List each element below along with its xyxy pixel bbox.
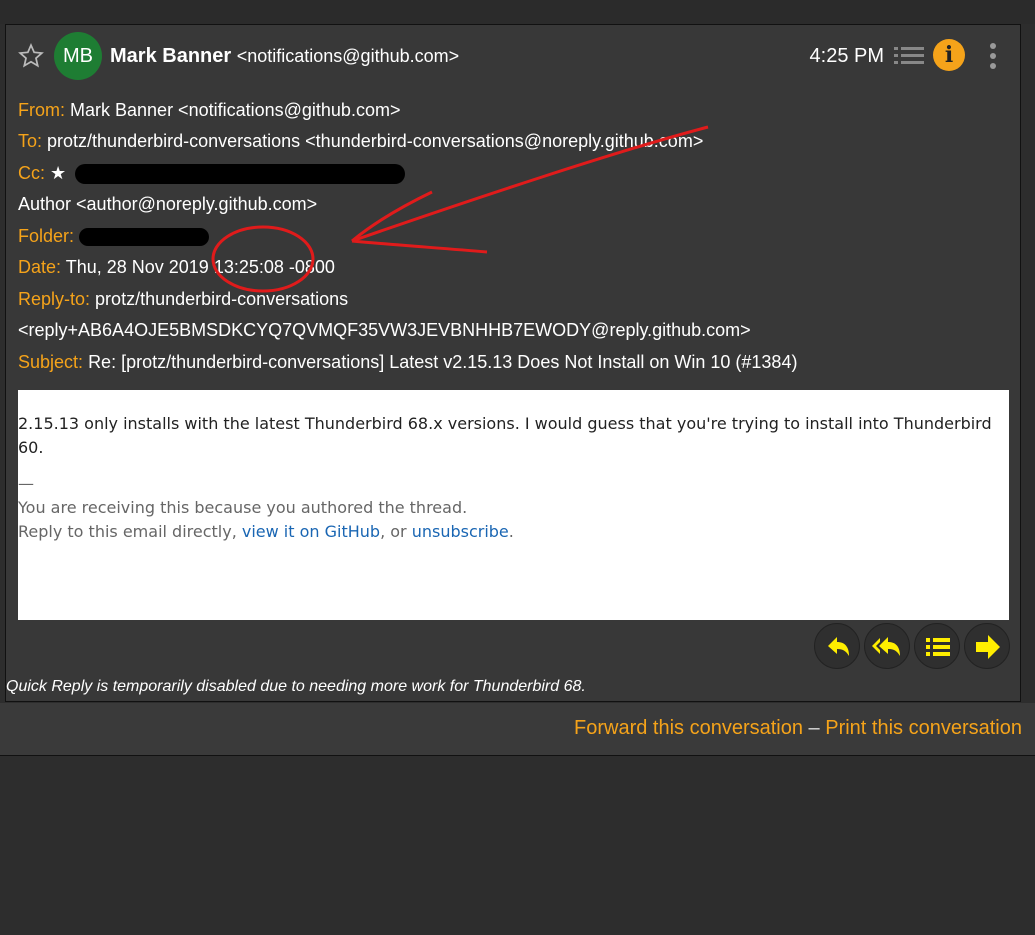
date-value: Thu, 28 Nov 2019 13:25:08 -0800	[65, 257, 335, 277]
folder-label: Folder:	[18, 226, 75, 246]
from-label: From:	[18, 100, 65, 120]
forward-button[interactable]	[964, 623, 1010, 669]
cc-label: Cc:	[18, 163, 45, 183]
details-list-icon[interactable]	[894, 45, 924, 67]
top-bar	[0, 0, 1035, 24]
from-value[interactable]: Mark Banner <notifications@github.com>	[70, 100, 400, 120]
subject-label: Subject:	[18, 352, 84, 372]
conversation-footer: Forward this conversation – Print this c…	[0, 703, 1035, 756]
info-icon[interactable]: i	[933, 39, 965, 71]
quick-reply-notice: Quick Reply is temporarily disabled due …	[6, 678, 586, 695]
author-value[interactable]: Author <author@noreply.github.com>	[18, 194, 317, 214]
redaction-mark	[79, 228, 210, 247]
print-conversation-link[interactable]: Print this conversation	[825, 717, 1022, 739]
to-value[interactable]: protz/thunderbird-conversations <thunder…	[47, 131, 703, 151]
cc-row: Cc: ★	[18, 162, 1008, 185]
more-options-icon[interactable]	[988, 42, 998, 70]
subject-value: Re: [protz/thunderbird-conversations] La…	[88, 352, 798, 372]
replyto-address[interactable]: <reply+AB6A4OJE5BMSDKCYQ7QVMQF35VW3JEVBN…	[18, 320, 751, 340]
sender-email: <notifications@github.com>	[236, 46, 460, 66]
body-text: 2.15.13 only installs with the latest Th…	[18, 414, 992, 457]
list-button[interactable]	[914, 623, 960, 669]
star-icon[interactable]	[18, 43, 44, 69]
list-icon	[926, 638, 950, 656]
message-header[interactable]: MB Mark Banner <notifications@github.com…	[6, 25, 1020, 87]
unsubscribe-link[interactable]: unsubscribe	[412, 522, 509, 541]
from-row: From: Mark Banner <notifications@github.…	[18, 99, 1008, 121]
forward-arrow-icon	[976, 635, 1000, 659]
replyto-value[interactable]: protz/thunderbird-conversations	[95, 289, 348, 309]
signature-text: .	[508, 522, 514, 541]
signature-text: , or	[380, 522, 412, 541]
message-time: 4:25 PM	[809, 45, 884, 67]
date-row: Date: Thu, 28 Nov 2019 13:25:08 -0800	[18, 256, 1008, 278]
redaction-mark	[75, 164, 406, 185]
reply-button[interactable]	[814, 623, 860, 669]
signature-line: You are receiving this because you autho…	[18, 498, 468, 517]
to-row: To: protz/thunderbird-conversations <thu…	[18, 130, 1008, 152]
signature-line-links: Reply to this email directly, view it on…	[18, 520, 1009, 544]
replyto-label: Reply-to:	[18, 289, 91, 309]
reply-all-icon	[872, 637, 900, 656]
date-label: Date:	[18, 257, 62, 277]
signature-text: Reply to this email directly,	[18, 522, 242, 541]
message-card: MB Mark Banner <notifications@github.com…	[5, 24, 1021, 702]
author-row: Author <author@noreply.github.com>	[18, 193, 1008, 215]
reply-icon	[828, 637, 849, 656]
sender-name: Mark Banner	[110, 45, 232, 67]
view-on-github-link[interactable]: view it on GitHub	[242, 522, 380, 541]
cc-value[interactable]: ★	[50, 163, 66, 183]
to-label: To:	[18, 131, 43, 151]
sender: Mark Banner <notifications@github.com>	[110, 45, 459, 68]
footer-separator: –	[802, 717, 826, 739]
message-actions	[810, 621, 1020, 671]
replyto-row-continued: <reply+AB6A4OJE5BMSDKCYQ7QVMQF35VW3JEVBN…	[18, 319, 1008, 341]
forward-conversation-link[interactable]: Forward this conversation	[574, 717, 803, 739]
signature-separator: —	[18, 474, 34, 493]
folder-row: Folder:	[18, 225, 1008, 247]
subject-row: Subject: Re: [protz/thunderbird-conversa…	[18, 351, 1008, 373]
avatar: MB	[54, 32, 102, 80]
reply-all-button[interactable]	[864, 623, 910, 669]
replyto-row: Reply-to: protz/thunderbird-conversation…	[18, 288, 1008, 310]
footer-links: Forward this conversation – Print this c…	[574, 717, 1022, 740]
message-body: 2.15.13 only installs with the latest Th…	[18, 390, 1009, 620]
